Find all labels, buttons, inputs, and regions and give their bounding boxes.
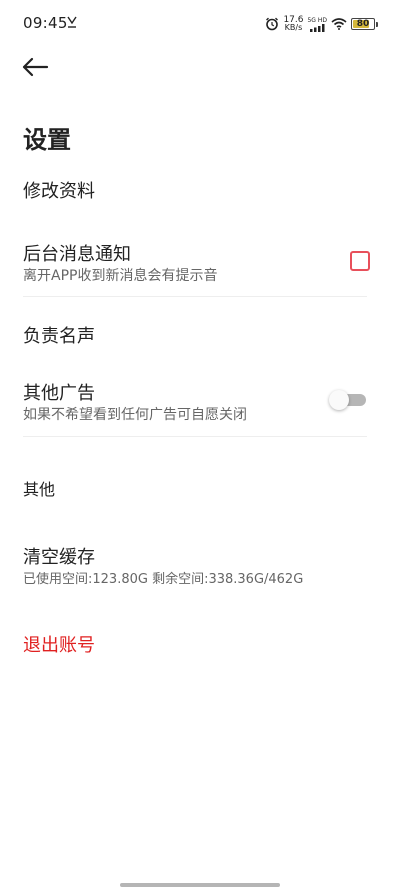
toggle-knob xyxy=(329,390,349,410)
battery-icon: 80 xyxy=(351,18,375,30)
battery-cap xyxy=(376,21,378,27)
disclaimer-item[interactable]: 负责名声 xyxy=(23,322,95,348)
download-icon xyxy=(67,16,77,28)
back-button[interactable] xyxy=(18,52,52,82)
ads-subtitle: 如果不希望看到任何广告可自愿关闭 xyxy=(23,407,247,423)
arrow-left-icon xyxy=(22,57,49,77)
notifications-checkbox[interactable] xyxy=(350,251,370,271)
signal-label: 5G HD xyxy=(307,16,327,24)
status-bar: 09:45 17.6 KB/s 5G HD 80 xyxy=(0,0,400,48)
home-indicator[interactable] xyxy=(120,883,280,887)
signal-bars-icon xyxy=(309,23,325,32)
divider xyxy=(23,436,367,437)
clear-cache-item[interactable]: 清空缓存 xyxy=(23,543,95,569)
cellular-signal: 5G HD xyxy=(307,17,327,32)
logout-button[interactable]: 退出账号 xyxy=(23,631,95,657)
wifi-icon xyxy=(331,18,347,30)
divider xyxy=(23,296,367,297)
cache-storage-info: 已使用空间:123.80G 剩余空间:338.36G/462G xyxy=(23,572,304,587)
status-time: 09:45 xyxy=(23,14,68,32)
edit-profile-item[interactable]: 修改资料 xyxy=(23,177,95,203)
network-speed-unit: KB/s xyxy=(284,23,303,32)
notifications-subtitle: 离开APP收到新消息会有提示音 xyxy=(23,268,218,284)
other-section-label: 其他 xyxy=(23,480,56,499)
notifications-title: 后台消息通知 xyxy=(23,244,131,265)
ads-title: 其他广告 xyxy=(23,383,95,404)
alarm-icon xyxy=(266,17,279,31)
network-speed: 17.6 KB/s xyxy=(283,16,303,32)
status-icons: 17.6 KB/s 5G HD 80 xyxy=(265,14,378,34)
page-title: 设置 xyxy=(23,126,71,154)
ads-toggle[interactable] xyxy=(329,390,366,410)
battery-level: 80 xyxy=(356,19,370,29)
